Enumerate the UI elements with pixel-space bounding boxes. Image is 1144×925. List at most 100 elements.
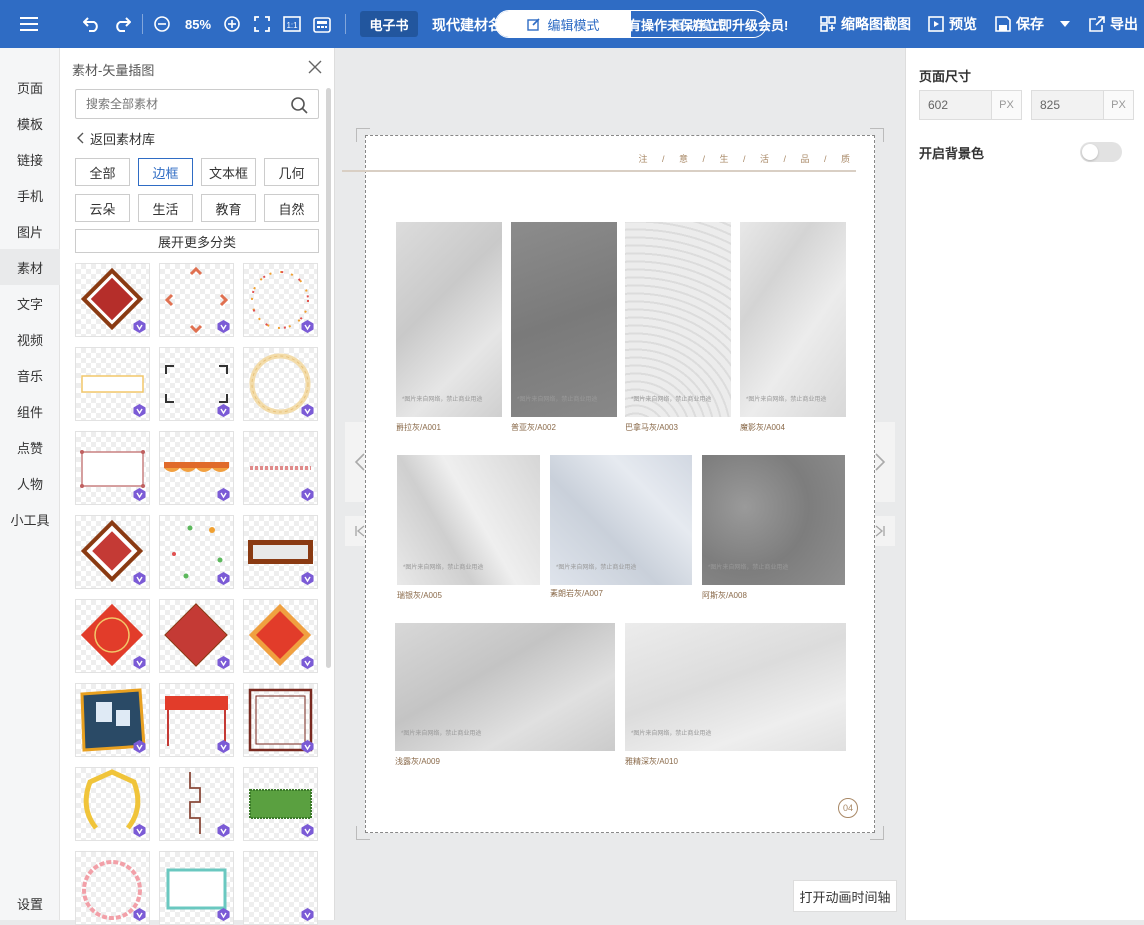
save-dropdown-icon[interactable] [1057,0,1073,48]
material-tile[interactable] [75,683,150,757]
material-tile[interactable] [243,515,318,589]
edit-mode-tab[interactable]: 编辑模式 [496,11,631,37]
material-tile[interactable] [75,767,150,841]
width-unit: PX [991,91,1021,119]
swatch-label: 魔影灰/A004 [740,423,785,432]
save-icon [995,16,1011,32]
search-icon[interactable] [290,96,308,114]
menu-icon[interactable] [0,0,58,48]
stone-swatch[interactable]: *图片来自网络，禁止商业用途 [511,222,617,417]
category-border[interactable]: 边框 [138,158,193,186]
material-tile[interactable] [243,431,318,505]
material-tile[interactable] [75,515,150,589]
material-tile[interactable] [75,851,150,925]
stone-swatch[interactable]: *图片来自网络，禁止商业用途 [702,455,845,585]
page-width-input[interactable] [920,91,992,119]
material-tile[interactable] [243,851,318,925]
save-label: 保存 [1016,16,1044,32]
preview-button[interactable]: 预览 [928,0,977,48]
vip-badge-icon [301,740,314,753]
page-height-input[interactable] [1032,91,1104,119]
redo-icon[interactable] [110,0,134,48]
nav-item-video[interactable]: 视频 [0,321,60,357]
category-education[interactable]: 教育 [201,194,256,222]
material-tile[interactable] [159,767,234,841]
background-color-toggle[interactable] [1080,142,1122,162]
nav-item-phone[interactable]: 手机 [0,177,60,213]
material-tile[interactable] [243,263,318,337]
back-to-library-link[interactable]: 返回素材库 [76,129,155,147]
zoom-out-icon[interactable] [150,0,174,48]
nav-item-page[interactable]: 页面 [0,69,60,105]
material-tile[interactable] [159,515,234,589]
category-cloud[interactable]: 云朵 [75,194,130,222]
stone-swatch[interactable]: *图片来自网络，禁止商业用途 [396,222,502,417]
zoom-in-icon[interactable] [220,0,244,48]
material-tile[interactable] [75,431,150,505]
save-button[interactable]: 保存 [995,0,1044,48]
nav-item-template[interactable]: 模板 [0,105,60,141]
undo-icon[interactable] [80,0,104,48]
export-button[interactable]: 导出 [1089,0,1138,48]
vip-badge-icon [133,908,146,921]
material-tile[interactable] [75,599,150,673]
nav-item-material[interactable]: 素材 [0,249,60,285]
animation-timeline-button[interactable]: 打开动画时间轴 [793,880,897,912]
material-tile[interactable] [243,683,318,757]
ebook-badge[interactable]: 电子书 [360,11,418,37]
swatch-note: *图片来自网络，禁止商业用途 [402,397,483,403]
expand-categories-button[interactable]: 展开更多分类 [75,229,319,253]
stone-swatch[interactable]: *图片来自网络，禁止商业用途 [550,455,692,585]
document-title[interactable]: 现代建材名 [432,15,502,35]
nav-item-settings[interactable]: 设置 [0,885,60,921]
swatch-label: 浅露灰/A009 [395,757,440,766]
stone-swatch[interactable]: *图片来自网络，禁止商业用途 [625,623,846,751]
ebook-page[interactable]: 注 / 意 / 生 / 活 / 品 / 质 *图片来自网络，禁止商业用途 爵拉灰… [342,135,875,833]
material-tile[interactable] [243,599,318,673]
vip-badge-icon [133,320,146,333]
category-geometry[interactable]: 几何 [264,158,319,186]
stone-swatch[interactable]: *图片来自网络，禁止商业用途 [625,222,731,417]
stone-swatch[interactable]: *图片来自网络，禁止商业用途 [397,455,540,585]
material-tile[interactable] [159,851,234,925]
fit-screen-icon[interactable] [250,0,274,48]
search-input[interactable] [76,90,286,118]
material-tile[interactable] [159,347,234,421]
nav-item-people[interactable]: 人物 [0,465,60,501]
vip-badge-icon [133,572,146,585]
nav-item-like[interactable]: 点赞 [0,429,60,465]
category-life[interactable]: 生活 [138,194,193,222]
edit-mode-label: 编辑模式 [547,17,600,33]
material-tile[interactable] [159,263,234,337]
material-tile[interactable] [243,767,318,841]
vip-badge-icon [301,404,314,417]
material-tile[interactable] [75,263,150,337]
nav-item-link[interactable]: 链接 [0,141,60,177]
nav-item-image[interactable]: 图片 [0,213,60,249]
actual-size-icon[interactable]: 1:1 [280,0,304,48]
interact-mode-tab[interactable]: 互动模式 [631,11,766,37]
panel-scrollbar[interactable] [326,88,331,668]
vip-badge-icon [133,488,146,501]
stone-swatch[interactable]: *图片来自网络，禁止商业用途 [395,623,615,751]
material-tile[interactable] [159,683,234,757]
nav-item-music[interactable]: 音乐 [0,357,60,393]
stone-swatch[interactable]: *图片来自网络，禁止商业用途 [740,222,846,417]
nav-item-tools[interactable]: 小工具 [0,501,60,537]
calculator-icon[interactable] [309,0,335,48]
thumbnail-button[interactable]: 缩略图截图 [820,0,911,48]
category-nature[interactable]: 自然 [264,194,319,222]
category-all[interactable]: 全部 [75,158,130,186]
nav-item-component[interactable]: 组件 [0,393,60,429]
swatch-note: *图片来自网络，禁止商业用途 [401,731,482,737]
category-textbox[interactable]: 文本框 [201,158,256,186]
material-tile[interactable] [75,347,150,421]
material-tile[interactable] [159,599,234,673]
close-icon[interactable] [306,58,324,76]
nav-item-text[interactable]: 文字 [0,285,60,321]
swatch-note: *图片来自网络，禁止商业用途 [708,565,789,571]
material-tile[interactable] [159,431,234,505]
material-tile[interactable] [243,347,318,421]
properties-panel: 页面尺寸 PX PX 开启背景色 [905,48,1144,920]
vip-badge-icon [217,404,230,417]
